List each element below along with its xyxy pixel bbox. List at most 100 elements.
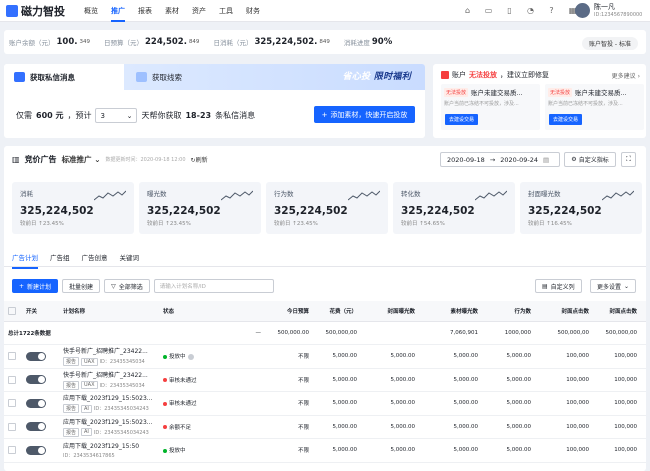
- plan-toggle[interactable]: [26, 375, 46, 385]
- metric-card-impressions[interactable]: 曝光数 325,224,502 较前日 ↑23.45%: [139, 182, 261, 234]
- plan-toggle[interactable]: [26, 422, 46, 432]
- quote-range: 18-23: [185, 111, 212, 120]
- table-cell: [641, 391, 646, 416]
- row-checkbox[interactable]: [8, 352, 16, 361]
- mobile-icon[interactable]: ▯: [504, 5, 515, 16]
- plan-name[interactable]: 快手号新广_招聘推广_23422...: [63, 370, 155, 379]
- custom-metrics-button[interactable]: ⚙ 自定义指标: [564, 152, 616, 167]
- refresh-button[interactable]: ↻刷新: [191, 155, 208, 164]
- table-row[interactable]: 快手号新广_招聘推广_23422... 报告 UAX ID：23435345034 审核…: [4, 368, 646, 392]
- more-suggestions-link[interactable]: 更多建议 ›: [612, 71, 640, 80]
- custom-columns-button[interactable]: ▤ 自定义列: [535, 279, 582, 293]
- cost-cell: 5,000.00: [313, 368, 361, 392]
- table-row[interactable]: 应用下载_2023f129_15:50 ID：2343534617865 投放中 不限…: [4, 438, 646, 463]
- column-header[interactable]: 行为数: [482, 301, 535, 322]
- date-range-picker[interactable]: 2020-09-18 → 2020-09-24 ▤: [440, 152, 560, 167]
- plan-name[interactable]: 应用下载_2023f129_15:5023...: [63, 393, 155, 402]
- cover-clicks-2-cell: 100,000: [593, 438, 641, 463]
- header-checkbox[interactable]: [4, 301, 22, 322]
- metric-card-conversions[interactable]: 转化数 325,224,502 较前日 ↑54.65%: [393, 182, 515, 234]
- status-cell: 余额不足: [159, 415, 265, 439]
- nav-tools[interactable]: 工具: [219, 0, 233, 22]
- plan-name[interactable]: 应用下载_2023f129_15:50: [63, 441, 155, 450]
- nav-materials[interactable]: 素材: [165, 0, 179, 22]
- plus-icon: +: [321, 110, 328, 119]
- tab-leads[interactable]: 获取线索 省心投 限时福利: [124, 64, 425, 90]
- sparkline-icon: [348, 190, 380, 201]
- row-checkbox[interactable]: [8, 399, 16, 408]
- table-row[interactable]: 应用下载_2023f129_15:5023... 报告 AI ID：234353450…: [4, 391, 646, 416]
- table-row[interactable]: 快手号新广_招聘推广_23422... 报告 UAX ID：23435345034 投放…: [4, 344, 646, 369]
- plan-name[interactable]: 快手号新广_招聘推广_23422...: [63, 346, 155, 355]
- column-header[interactable]: 素材曝光数: [419, 301, 482, 322]
- plan-toggle[interactable]: [26, 351, 46, 361]
- column-header[interactable]: 封面点击数: [593, 301, 641, 322]
- shop-icon[interactable]: ⌂: [462, 5, 473, 16]
- stat-label: 日预算（元）: [103, 39, 143, 47]
- fix-button[interactable]: 去建设交易: [445, 114, 479, 125]
- filter-button[interactable]: ▽ 全部筛选: [104, 279, 150, 293]
- user-menu[interactable]: 陈一凡 ID:1234567890000: [575, 2, 642, 18]
- metric-value: 325,224,502: [20, 205, 94, 217]
- metric-card-actions[interactable]: 行为数 325,224,502 较前日 ↑23.45%: [266, 182, 388, 234]
- budget-cell[interactable]: 不限: [265, 344, 313, 369]
- nav-reports[interactable]: 报表: [138, 0, 152, 22]
- nav-promotion[interactable]: 推广: [111, 0, 125, 22]
- quote-suffix: 天帮你获取: [141, 111, 182, 120]
- arrow-right-icon: →: [489, 155, 496, 164]
- scope-select[interactable]: 标准推广 ⌄: [62, 154, 101, 165]
- stat-daily-cost: 日消耗（元） 325,224,502. 849: [213, 37, 329, 47]
- scope-label: 标准推广: [61, 155, 92, 164]
- days-input[interactable]: 3 ⌄: [95, 108, 138, 123]
- table-row[interactable]: 应用下载_2023f129_15:5023... 报告 AI ID：234353450…: [4, 415, 646, 439]
- more-settings-button[interactable]: 更多设置 ⌄: [590, 279, 637, 293]
- column-header[interactable]: 花费（元）: [313, 301, 361, 322]
- nav-overview[interactable]: 概览: [84, 0, 98, 22]
- fullscreen-icon[interactable]: ⛶: [621, 152, 636, 167]
- row-checkbox[interactable]: [8, 375, 16, 384]
- warning-icon: [441, 71, 449, 79]
- help-icon[interactable]: ?: [546, 5, 557, 16]
- nav-finance[interactable]: 财务: [246, 0, 260, 22]
- date-to: 2020-09-24: [500, 155, 539, 164]
- budget-cell[interactable]: 不限: [265, 391, 313, 416]
- row-checkbox[interactable]: [8, 422, 16, 431]
- plan-toggle[interactable]: [26, 398, 46, 408]
- metric-card-cost[interactable]: 消耗 325,224,502 较前日 ↑23.45%: [12, 182, 134, 234]
- logo[interactable]: 磁力智投: [6, 3, 65, 19]
- fix-button[interactable]: 去建设交易: [549, 114, 583, 125]
- budget-cell[interactable]: 不限: [265, 438, 313, 463]
- desktop-icon[interactable]: ▭: [483, 5, 494, 16]
- tab-private-message[interactable]: 获取私信消息: [4, 64, 124, 90]
- metric-delta: 较前日 ↑16.45%: [528, 221, 572, 227]
- metric-card-cover-impressions[interactable]: 封面曝光数 325,224,502 较前日 ↑16.45%: [520, 182, 642, 234]
- status-dot-icon: [163, 378, 167, 383]
- budget-cell[interactable]: 不限: [265, 368, 313, 392]
- plan-name[interactable]: 应用下载_2023f129_15:5023...: [63, 417, 155, 426]
- column-header[interactable]: 封面点击数: [535, 301, 593, 322]
- button-label: 自定义列: [550, 283, 575, 291]
- row-checkbox[interactable]: [8, 446, 16, 455]
- select-all-checkbox[interactable]: [8, 306, 16, 315]
- plan-toggle[interactable]: [26, 445, 46, 455]
- batch-create-button[interactable]: 批量创建: [62, 279, 101, 293]
- bell-icon[interactable]: ◔: [525, 5, 536, 16]
- status-cell: 投放中: [159, 438, 265, 463]
- search-input[interactable]: 请输入计划名称/ID: [153, 279, 274, 293]
- budget-cell[interactable]: 不限: [265, 415, 313, 439]
- logo-mark-icon: [6, 4, 18, 17]
- plan-id: ID：23435345034243: [93, 406, 149, 413]
- row-checkbox-cell: [4, 344, 22, 369]
- main-nav: 概览 推广 报表 素材 资产 工具 财务: [84, 0, 260, 22]
- account-mode-pill[interactable]: 账户智投 - 标准: [582, 37, 638, 50]
- new-plan-button[interactable]: + 新建计划: [12, 279, 59, 293]
- plan-tag: 报告: [63, 404, 80, 414]
- column-header[interactable]: 今日预算: [265, 301, 313, 322]
- table-header: 开关 计划名称 状态 今日预算 花费（元） 封面曝光数 素材曝光数 行为数 封面…: [4, 301, 646, 322]
- add-material-button[interactable]: + 添加素材，快速开启投放: [314, 106, 415, 123]
- column-header[interactable]: 封面曝光数: [361, 301, 419, 322]
- avatar: [575, 2, 590, 18]
- nav-assets[interactable]: 资产: [192, 0, 206, 22]
- total-cover-clicks: 500,000,00: [535, 321, 593, 345]
- info-icon[interactable]: [187, 353, 194, 360]
